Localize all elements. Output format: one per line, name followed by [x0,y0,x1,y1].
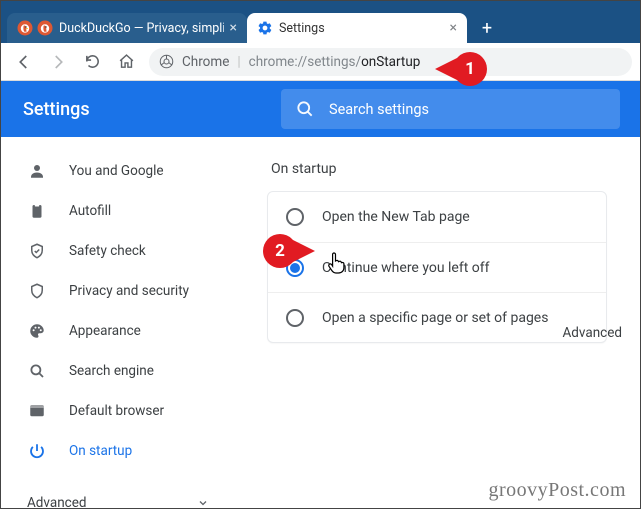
option-label: Continue where you left off [322,260,490,276]
startup-options-card: Open the New Tab page Continue where you… [267,191,607,343]
address-bar[interactable]: Chrome | chrome://settings/onStartup [149,48,632,76]
sidebar-item-label: Default browser [69,403,164,419]
sidebar-advanced-toggle[interactable]: Advanced [1,481,259,525]
search-icon [27,361,47,381]
callout-2: 2 [263,234,315,268]
search-icon [295,99,315,119]
tab-label: DuckDuckGo — Privacy, simplifie [59,21,224,36]
shield-check-icon [27,241,47,261]
sidebar: You and Google Autofill Safety check Pri… [1,137,259,508]
tab-strip: DuckDuckGo — Privacy, simplifie × Settin… [1,8,640,43]
sidebar-item-appearance[interactable]: Appearance [1,311,259,351]
close-icon[interactable]: × [450,20,457,36]
option-label: Open the New Tab page [322,209,470,225]
new-tab-button[interactable]: + [473,14,501,42]
sidebar-item-you-and-google[interactable]: You and Google [1,151,259,191]
option-continue[interactable]: Continue where you left off [268,242,606,292]
tab-duckduckgo[interactable]: DuckDuckGo — Privacy, simplifie × [7,13,247,43]
radio-unchecked-icon[interactable] [286,208,304,226]
sidebar-item-autofill[interactable]: Autofill [1,191,259,231]
forward-button[interactable] [43,47,73,77]
sidebar-item-label: You and Google [69,163,164,179]
omnibox-url: chrome://settings/onStartup [249,54,421,70]
sidebar-item-label: Safety check [69,243,146,259]
sidebar-item-label: Privacy and security [69,283,189,299]
sidebar-item-on-startup[interactable]: On startup [1,431,259,471]
toolbar: Chrome | chrome://settings/onStartup [1,43,640,81]
power-icon [27,441,47,461]
search-settings-input[interactable]: Search settings [281,89,620,129]
tab-label: Settings [279,21,325,36]
duckduckgo-favicon-dup [37,20,53,36]
duckduckgo-favicon [17,20,33,36]
watermark: groovyPost.com [488,479,626,502]
scheme-label: Chrome [182,54,229,70]
sidebar-item-search-engine[interactable]: Search engine [1,351,259,391]
sidebar-item-label: On startup [69,443,132,459]
close-icon[interactable]: × [230,20,237,36]
chevron-down-icon [197,497,209,509]
option-new-tab[interactable]: Open the New Tab page [268,192,606,242]
radio-unchecked-icon[interactable] [286,309,304,327]
sidebar-item-label: Autofill [69,203,111,219]
browser-icon [27,401,47,421]
main-content: On startup Open the New Tab page Continu… [259,137,640,508]
search-placeholder: Search settings [329,101,429,118]
gear-icon [257,20,273,36]
sidebar-item-default-browser[interactable]: Default browser [1,391,259,431]
omnibox-separator: | [237,54,240,70]
settings-header: Settings Search settings [1,81,640,137]
reload-button[interactable] [77,47,107,77]
tab-settings[interactable]: Settings × [247,13,467,43]
advanced-link[interactable]: Advanced [563,325,623,341]
page-title: Settings [1,99,281,120]
clipboard-icon [27,201,47,221]
shield-icon [27,281,47,301]
option-label: Open a specific page or set of pages [322,310,548,326]
home-button[interactable] [111,47,141,77]
sidebar-item-label: Appearance [69,323,141,339]
sidebar-item-safety-check[interactable]: Safety check [1,231,259,271]
palette-icon [27,321,47,341]
person-icon [27,161,47,181]
sidebar-item-privacy-security[interactable]: Privacy and security [1,271,259,311]
back-button[interactable] [9,47,39,77]
section-title: On startup [271,161,640,177]
sidebar-item-label: Search engine [69,363,154,379]
callout-1: 1 [435,52,487,86]
option-specific-pages[interactable]: Open a specific page or set of pages [268,292,606,342]
chrome-scheme-icon [159,54,174,69]
